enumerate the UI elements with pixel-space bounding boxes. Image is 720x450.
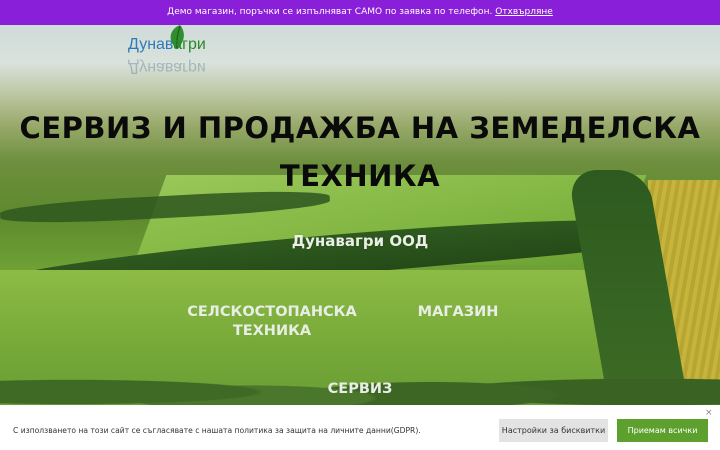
nav-machinery-line2: ТЕХНИКА — [232, 323, 312, 339]
company-name: Дунавагри ООД — [291, 232, 429, 250]
logo[interactable]: Дунавагри Дунавагри — [128, 25, 228, 78]
demo-banner: Демо магазин, поръчки се изпълняват САМО… — [0, 0, 720, 25]
cookie-bar: С използването на този сайт се съгласява… — [0, 405, 720, 450]
nav-machinery-link[interactable]: СЕЛСКОСТОПАНСКА ТЕХНИКА — [182, 303, 362, 341]
logo-part1: Дунав — [128, 36, 174, 53]
nav-shop-link[interactable]: МАГАЗИН — [410, 303, 506, 322]
logo-reflection-text: Дунавагри — [128, 59, 206, 76]
logo-reflection: Дунавагри — [128, 58, 206, 76]
page-title-line2: ТЕХНИКА — [279, 159, 441, 193]
nav-machinery-line1: СЕЛСКОСТОПАНСКА — [187, 304, 357, 320]
nav-service-link[interactable]: СЕРВИЗ — [320, 380, 400, 399]
page-title: СЕРВИЗ И ПРОДАЖБА НА ЗЕМЕДЕЛСКА ТЕХНИКА — [0, 104, 720, 200]
cookie-settings-button[interactable]: Настройки за бисквитки — [499, 419, 608, 442]
dismiss-link[interactable]: Отхвърляне — [495, 7, 553, 17]
page-title-line1: СЕРВИЗ И ПРОДАЖБА НА ЗЕМЕДЕЛСКА — [19, 111, 701, 145]
close-icon[interactable]: × — [705, 408, 713, 418]
cookie-text: С използването на този сайт се съгласява… — [13, 426, 421, 435]
logo-text: Дунавагри — [128, 36, 206, 54]
demo-banner-text: Демо магазин, поръчки се изпълняват САМО… — [167, 7, 493, 17]
accept-all-button[interactable]: Приемам всички — [617, 419, 708, 442]
logo-part2: агри — [173, 36, 206, 53]
